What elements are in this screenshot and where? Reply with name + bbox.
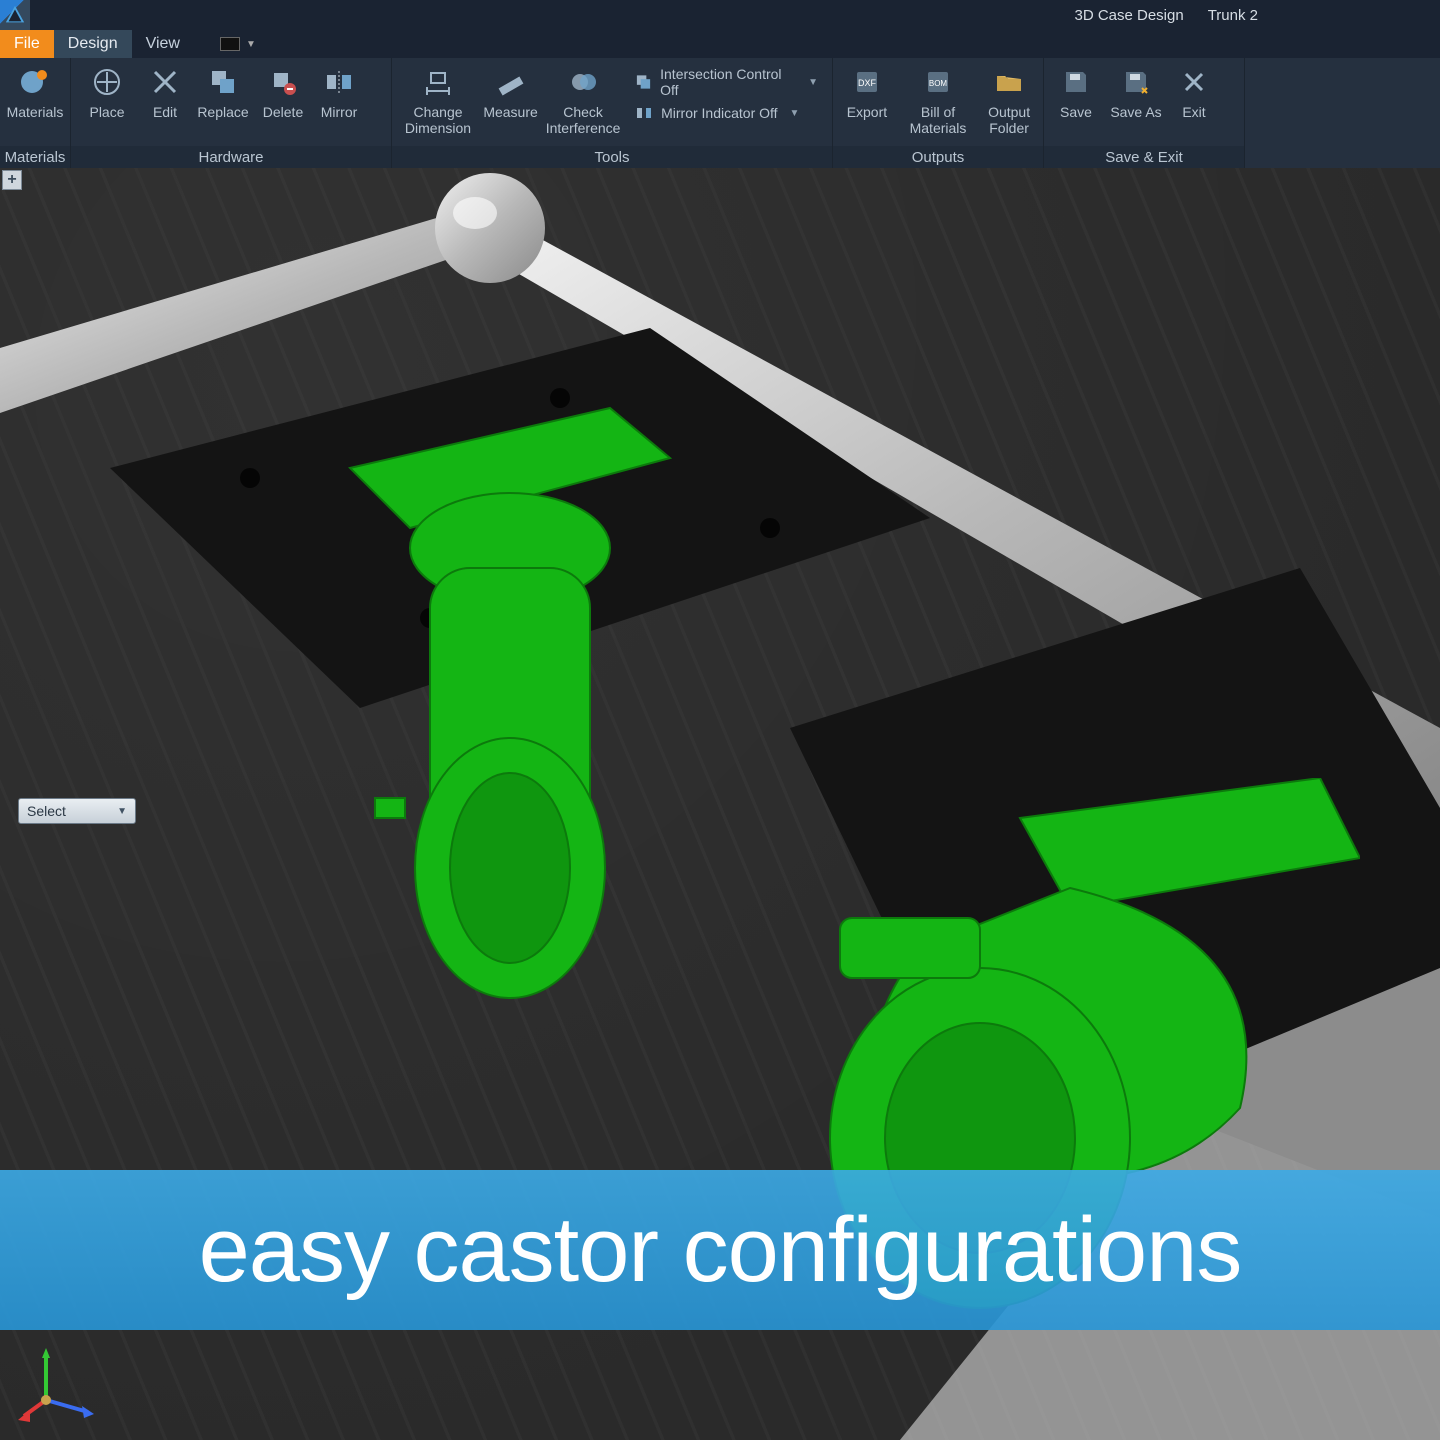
change-dimension-button[interactable]: Change Dimension <box>396 62 480 136</box>
save-as-button[interactable]: Save As <box>1104 62 1168 120</box>
color-swatch-icon <box>220 37 240 51</box>
selection-mode-dropdown[interactable]: Select ▼ <box>18 798 136 824</box>
edit-button[interactable]: Edit <box>139 62 191 120</box>
bill-of-materials-button[interactable]: BOM Bill of Materials <box>897 62 979 136</box>
app-name: 3D Case Design <box>1062 7 1195 24</box>
materials-button[interactable]: Materials <box>4 62 66 120</box>
materials-icon <box>17 64 53 100</box>
3d-viewport[interactable]: + Select ▼ easy castor configurations <box>0 168 1440 1440</box>
mirror-icon <box>321 64 357 100</box>
mirror-button[interactable]: Mirror <box>311 62 367 120</box>
caption-text: easy castor configurations <box>199 1198 1242 1303</box>
save-icon <box>1058 64 1094 100</box>
check-interference-button[interactable]: Check Interference <box>541 62 625 136</box>
group-label: Tools <box>392 146 832 168</box>
group-save-exit: Save Save As Exit Save & Exit <box>1044 58 1245 168</box>
delete-icon <box>265 64 301 100</box>
output-folder-button[interactable]: Output Folder <box>979 62 1039 136</box>
tab-file[interactable]: File <box>0 30 54 58</box>
tab-view[interactable]: View <box>132 30 194 58</box>
intersection-control-toggle[interactable]: Intersection Control Off ▼ <box>635 66 818 98</box>
color-dropdown[interactable]: ▼ <box>212 30 264 58</box>
exit-button[interactable]: Exit <box>1168 62 1220 120</box>
group-label: Save & Exit <box>1044 146 1244 168</box>
close-icon <box>1176 64 1212 100</box>
caption-banner: easy castor configurations <box>0 1170 1440 1330</box>
mirror-indicator-toggle[interactable]: Mirror Indicator Off ▼ <box>635 104 818 122</box>
tab-design[interactable]: Design <box>54 30 132 58</box>
export-button[interactable]: DXF Export <box>837 62 897 120</box>
folder-icon <box>991 64 1027 100</box>
interference-icon <box>565 64 601 100</box>
document-name: Trunk 2 <box>1196 7 1270 24</box>
place-icon <box>89 64 125 100</box>
group-materials: Materials Materials <box>0 58 71 168</box>
axis-triad-icon[interactable] <box>18 1342 98 1422</box>
export-dxf-icon: DXF <box>849 64 885 100</box>
place-button[interactable]: Place <box>75 62 139 120</box>
edit-icon <box>147 64 183 100</box>
group-label: Materials <box>0 146 70 168</box>
group-label: Outputs <box>833 146 1043 168</box>
group-label: Hardware <box>71 146 391 168</box>
group-hardware: Place Edit Replace Delete Mirror Hardwar… <box>71 58 392 168</box>
measure-icon <box>493 64 529 100</box>
chevron-down-icon: ▼ <box>117 806 127 817</box>
delete-button[interactable]: Delete <box>255 62 311 120</box>
replace-icon <box>205 64 241 100</box>
save-button[interactable]: Save <box>1048 62 1104 120</box>
title-bar: 3D Case Design Trunk 2 <box>0 0 1440 30</box>
intersection-icon <box>635 73 652 91</box>
save-as-icon <box>1118 64 1154 100</box>
group-tools: Change Dimension Measure Check Interfere… <box>392 58 833 168</box>
chevron-down-icon: ▼ <box>790 108 800 119</box>
group-outputs: DXF Export BOM Bill of Materials Output … <box>833 58 1044 168</box>
replace-button[interactable]: Replace <box>191 62 255 120</box>
chevron-down-icon: ▼ <box>246 39 256 50</box>
measure-button[interactable]: Measure <box>480 62 541 120</box>
menu-tabs: File Design View ▼ <box>0 30 1440 58</box>
app-logo-icon <box>0 0 30 30</box>
selection-mode-label: Select <box>27 803 66 819</box>
dimension-icon <box>420 64 456 100</box>
bom-icon: BOM <box>920 64 956 100</box>
mirror-indicator-icon <box>635 104 653 122</box>
expand-tree-button[interactable]: + <box>2 170 22 190</box>
svg-text:BOM: BOM <box>929 79 948 88</box>
chevron-down-icon: ▼ <box>808 77 818 88</box>
ribbon: Materials Materials Place Edit Replace D… <box>0 58 1440 168</box>
castor-model-1 <box>320 398 700 1018</box>
svg-text:DXF: DXF <box>858 78 877 88</box>
